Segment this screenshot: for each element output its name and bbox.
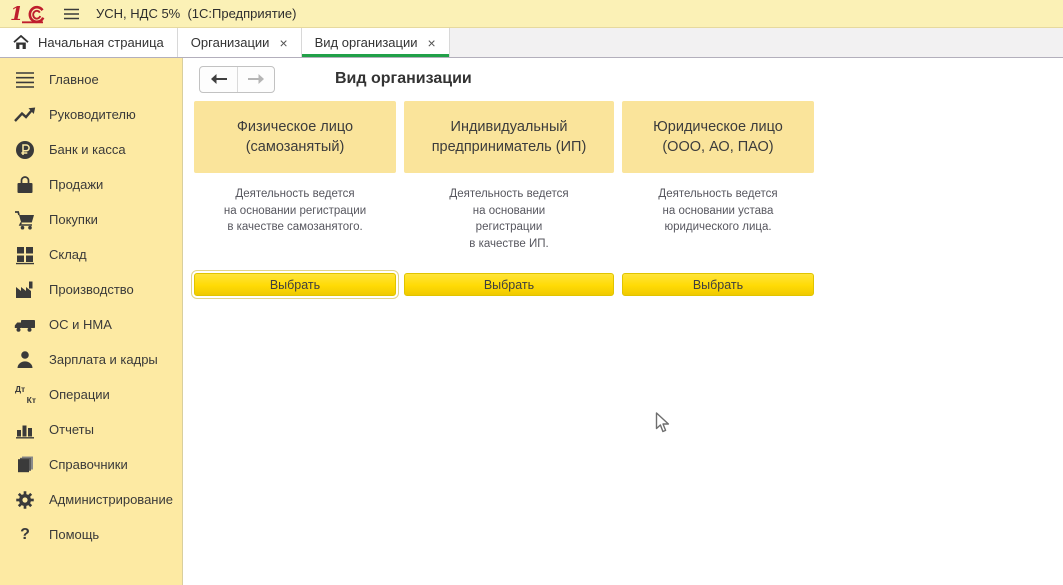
ruble-coin-icon: [13, 138, 37, 162]
svg-text:1: 1: [10, 3, 23, 25]
sidebar-item-fixed-assets[interactable]: ОС и НМА: [0, 307, 182, 342]
page-title: Вид организации: [335, 70, 472, 88]
org-type-columns: Физическое лицо (самозанятый) Деятельнос…: [184, 101, 1063, 296]
arrow-left-icon: [210, 73, 228, 85]
tab-organizations-label: Организации: [191, 35, 270, 50]
sidebar-item-main[interactable]: Главное: [0, 62, 182, 97]
tab-organizations[interactable]: Организации ×: [178, 28, 302, 57]
home-icon: [13, 35, 29, 50]
sidebar-item-help[interactable]: ? Помощь: [0, 517, 182, 552]
topbar: 1 УСН, НДС 5% (1С:Предприятие): [0, 0, 1063, 28]
cart-icon: [13, 208, 37, 232]
truck-icon: [13, 313, 37, 337]
tab-org-type-label: Вид организации: [315, 35, 418, 50]
navigation-row: Вид организации: [184, 58, 1063, 100]
org-type-entrepreneur: Индивидуальный предприниматель (ИП) Деят…: [404, 101, 614, 296]
card-description: Деятельность ведется на основании регист…: [404, 186, 614, 273]
card-heading: Индивидуальный предприниматель (ИП): [404, 101, 614, 173]
tab-home-label: Начальная страница: [38, 35, 164, 50]
sidebar-item-manager[interactable]: Руководителю: [0, 97, 182, 132]
org-type-individual-selfemployed: Физическое лицо (самозанятый) Деятельнос…: [194, 101, 396, 296]
select-selfemployed-button[interactable]: Выбрать: [194, 273, 396, 296]
card-heading: Юридическое лицо (ООО, АО, ПАО): [622, 101, 814, 173]
app-title: УСН, НДС 5% (1С:Предприятие): [96, 6, 296, 21]
close-icon[interactable]: ×: [428, 36, 436, 50]
tab-home[interactable]: Начальная страница: [0, 28, 178, 57]
arrow-right-icon: [247, 73, 265, 85]
sidebar-item-purchases[interactable]: Покупки: [0, 202, 182, 237]
select-entrepreneur-button[interactable]: Выбрать: [404, 273, 614, 296]
back-button[interactable]: [200, 67, 237, 92]
bag-icon: [13, 173, 37, 197]
sidebar-item-warehouse[interactable]: Склад: [0, 237, 182, 272]
sidebar-item-salary[interactable]: Зарплата и кадры: [0, 342, 182, 377]
card-description: Деятельность ведется на основании регист…: [194, 186, 396, 273]
org-type-legal-entity: Юридическое лицо (ООО, АО, ПАО) Деятельн…: [622, 101, 814, 296]
select-legal-entity-button[interactable]: Выбрать: [622, 273, 814, 296]
card-description: Деятельность ведется на основании устава…: [622, 186, 814, 273]
books-icon: [13, 453, 37, 477]
sidebar-item-production[interactable]: Производство: [0, 272, 182, 307]
sidebar-item-reports[interactable]: Отчеты: [0, 412, 182, 447]
gear-icon: [13, 488, 37, 512]
app-window: 1 УСН, НДС 5% (1С:Предприятие) Начальная…: [0, 0, 1063, 585]
bar-chart-icon: [13, 418, 37, 442]
sidebar-item-operations[interactable]: Дт Кт Операции: [0, 377, 182, 412]
sidebar-item-bank[interactable]: Банк и касса: [0, 132, 182, 167]
main-menu-icon[interactable]: [63, 7, 80, 21]
person-icon: [13, 348, 37, 372]
history-buttons: [199, 66, 275, 93]
close-icon[interactable]: ×: [279, 36, 287, 50]
tab-org-type[interactable]: Вид организации ×: [302, 28, 450, 57]
1c-logo-icon: 1: [9, 3, 49, 25]
debit-credit-icon: Дт Кт: [13, 383, 37, 407]
trend-up-icon: [13, 103, 37, 127]
factory-icon: [13, 278, 37, 302]
card-heading: Физическое лицо (самозанятый): [194, 101, 396, 173]
sidebar-item-sales[interactable]: Продажи: [0, 167, 182, 202]
sidebar-item-directories[interactable]: Справочники: [0, 447, 182, 482]
forward-button[interactable]: [237, 67, 274, 92]
warehouse-icon: [13, 243, 37, 267]
main-content: Вид организации Физическое лицо (самозан…: [184, 58, 1063, 585]
question-icon: ?: [13, 523, 37, 547]
sidebar: Главное Руководителю Банк и касса: [0, 58, 183, 585]
tab-bar: Начальная страница Организации × Вид орг…: [0, 28, 1063, 58]
sidebar-item-administration[interactable]: Администрирование: [0, 482, 182, 517]
menu-lines-icon: [13, 68, 37, 92]
